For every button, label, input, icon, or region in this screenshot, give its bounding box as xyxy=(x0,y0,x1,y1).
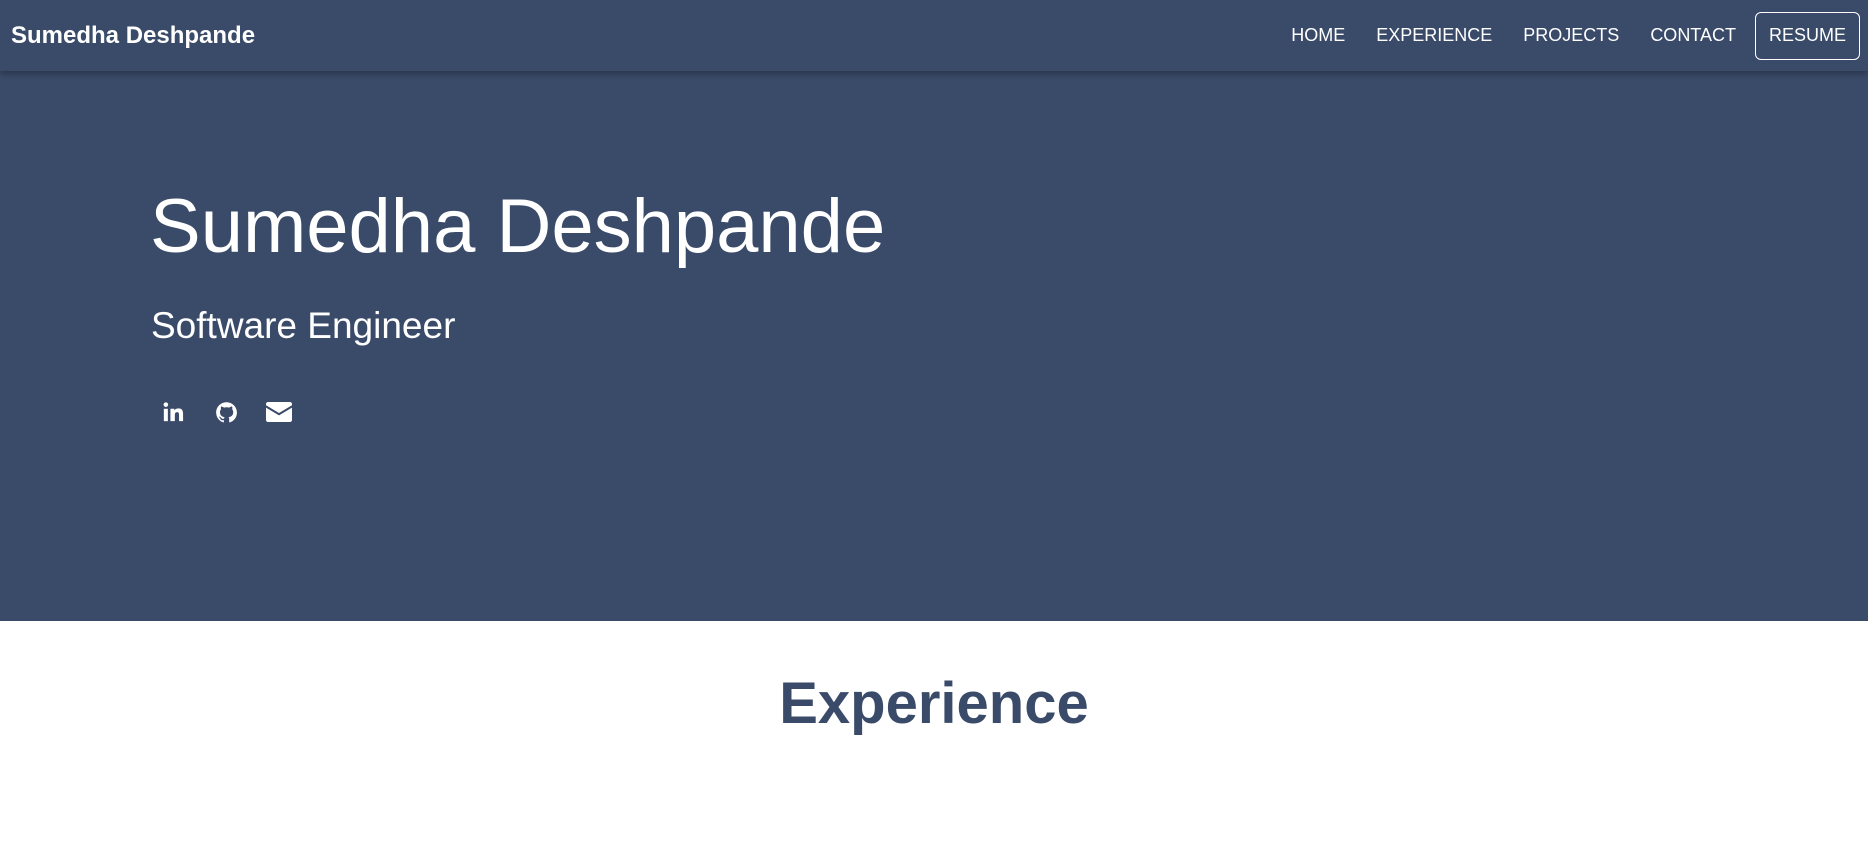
hero-subtitle: Software Engineer xyxy=(151,305,456,346)
resume-button[interactable]: RESUME xyxy=(1754,11,1860,60)
email-icon[interactable] xyxy=(265,398,293,426)
github-icon[interactable] xyxy=(212,398,240,426)
hero-name: Sumedha Deshpande xyxy=(150,184,886,269)
experience-heading: Experience xyxy=(779,671,1089,736)
hero-section: Sumedha Deshpande Software Engineer xyxy=(0,71,1868,621)
social-links xyxy=(159,398,318,426)
nav-link-projects[interactable]: PROJECTS xyxy=(1523,25,1619,46)
nav-links: HOME EXPERIENCE PROJECTS CONTACT RESUME xyxy=(1291,11,1860,60)
nav-link-home[interactable]: HOME xyxy=(1291,25,1345,46)
nav-link-contact[interactable]: CONTACT xyxy=(1650,25,1736,46)
brand-name[interactable]: Sumedha Deshpande xyxy=(11,22,255,50)
linkedin-icon[interactable] xyxy=(159,398,187,426)
navbar: Sumedha Deshpande HOME EXPERIENCE PROJEC… xyxy=(0,0,1868,71)
experience-section: Experience xyxy=(0,621,1868,848)
nav-link-experience[interactable]: EXPERIENCE xyxy=(1376,25,1492,46)
